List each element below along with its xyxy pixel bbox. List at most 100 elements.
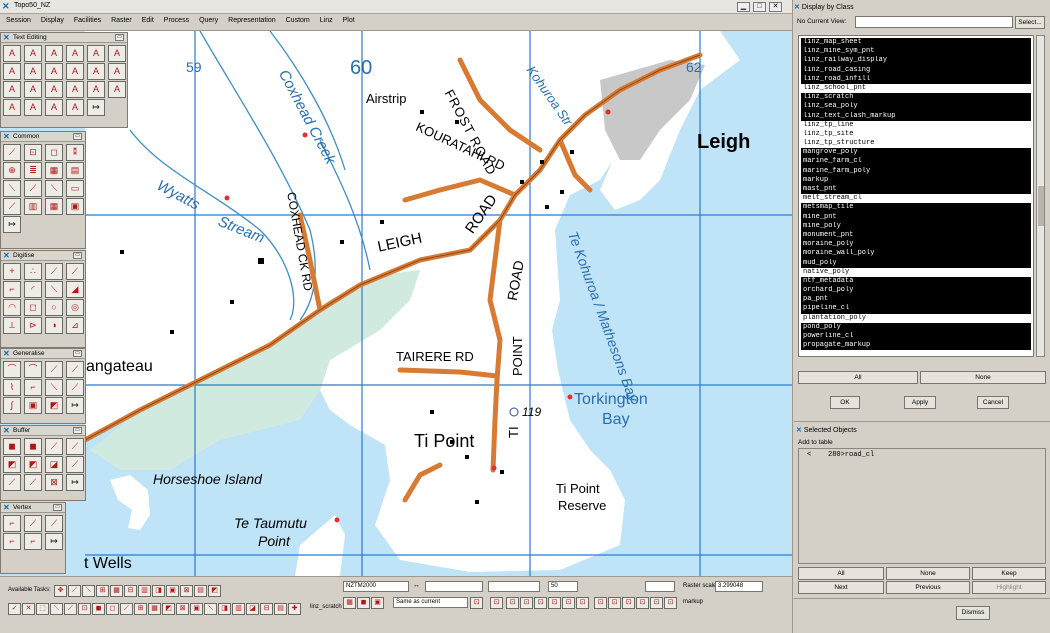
class-list-scrollbar[interactable] xyxy=(1036,35,1045,357)
class-item[interactable]: mine_poly xyxy=(801,221,1031,231)
generalise-tool-7-icon[interactable]: ⟋ xyxy=(66,379,84,396)
palette-close-button[interactable]: ▭ xyxy=(53,504,62,511)
text_editing-tool-12-icon[interactable]: A xyxy=(3,81,21,98)
raster-scale-field[interactable]: 3.299048 xyxy=(715,581,763,592)
task-tool-icon[interactable]: ◼ xyxy=(357,597,370,609)
digitise-tool-0-icon[interactable]: + xyxy=(3,263,21,280)
class-item[interactable]: moraine_poly xyxy=(801,240,1031,250)
generalise-tool-1-icon[interactable]: ⌒ xyxy=(24,361,42,378)
task-tool-icon[interactable]: ⊡ xyxy=(548,597,561,609)
buffer-tool-10-icon[interactable]: ⊠ xyxy=(45,474,63,491)
text_editing-tool-2-icon[interactable]: A xyxy=(45,45,63,62)
buffer-tool-11-icon[interactable]: ↦ xyxy=(66,474,84,491)
class-item[interactable]: linz_scratch xyxy=(801,93,1031,103)
task-tool-icon[interactable]: ◩ xyxy=(162,603,175,615)
common-tool-6-icon[interactable]: ▦ xyxy=(45,162,63,179)
common-tool-11-icon[interactable]: ▭ xyxy=(66,180,84,197)
maximize-button[interactable]: □ xyxy=(753,2,766,12)
task-tool-icon[interactable]: ⊡ xyxy=(650,597,663,609)
class-item[interactable]: orchard_poly xyxy=(801,286,1031,296)
task-tool-icon[interactable]: ▥ xyxy=(232,603,245,615)
common-tool-13-icon[interactable]: ▥ xyxy=(24,198,42,215)
text_editing-tool-0-icon[interactable]: A xyxy=(3,45,21,62)
class-item[interactable]: linz_railway_display xyxy=(801,56,1031,66)
common-tool-10-icon[interactable]: ⟍ xyxy=(45,180,63,197)
sel-none-button[interactable]: None xyxy=(886,567,970,580)
text_editing-tool-22-icon[interactable]: ↦ xyxy=(87,99,105,116)
common-tool-2-icon[interactable]: ◻ xyxy=(45,144,63,161)
class-item[interactable]: moraine_wall_poly xyxy=(801,249,1031,259)
buffer-tool-4-icon[interactable]: ◩ xyxy=(3,456,21,473)
task-tool-icon[interactable]: ⊟ xyxy=(124,585,137,597)
common-tool-0-icon[interactable]: ⟋ xyxy=(3,144,21,161)
task-tool-icon[interactable]: ⊡ xyxy=(506,597,519,609)
text_editing-tool-8-icon[interactable]: A xyxy=(45,63,63,80)
class-item[interactable]: linz_text_clash_markup xyxy=(801,111,1031,121)
digitise-tool-11-icon[interactable]: ◎ xyxy=(66,299,84,316)
previous-button[interactable]: Previous xyxy=(886,581,970,594)
digitise-tool-15-icon[interactable]: ⊿ xyxy=(66,317,84,334)
class-item[interactable]: pa_pnt xyxy=(801,295,1031,305)
common-tool-16-icon[interactable]: ↦ xyxy=(3,216,21,233)
task-tool-icon[interactable]: ⊡ xyxy=(78,603,91,615)
common-tool-14-icon[interactable]: ▦ xyxy=(45,198,63,215)
x-coordinate-field[interactable] xyxy=(425,581,483,592)
digitise-tool-1-icon[interactable]: ∴ xyxy=(24,263,42,280)
class-item[interactable]: linz_school_pnt xyxy=(801,83,1031,94)
text_editing-tool-19-icon[interactable]: A xyxy=(24,99,42,116)
class-item[interactable]: melt_stream_cl xyxy=(801,194,1031,204)
task-tool-icon[interactable]: ▦ xyxy=(148,603,161,615)
buffer-tool-8-icon[interactable]: ⟋ xyxy=(3,474,21,491)
menu-display[interactable]: Display xyxy=(35,14,68,24)
menu-edit[interactable]: Edit xyxy=(136,14,158,24)
selected-objects-list[interactable]: < 280>road_cl xyxy=(798,448,1046,564)
digitise-tool-10-icon[interactable]: ○ xyxy=(45,299,63,316)
common-tool-8-icon[interactable]: ⟍ xyxy=(3,180,21,197)
class-item[interactable]: mangrove_poly xyxy=(801,148,1031,158)
digitise-tool-6-icon[interactable]: ⟍ xyxy=(45,281,63,298)
task-tool-icon[interactable]: ◼ xyxy=(92,603,105,615)
buffer-tool-5-icon[interactable]: ◩ xyxy=(24,456,42,473)
digitise-tool-5-icon[interactable]: ◜ xyxy=(24,281,42,298)
menu-raster[interactable]: Raster xyxy=(105,14,136,24)
menu-linz[interactable]: Linz xyxy=(314,14,337,24)
class-item[interactable]: plantation_poly xyxy=(801,313,1031,323)
class-item[interactable]: linz_sea_poly xyxy=(801,102,1031,112)
task-tool-icon[interactable]: ▤ xyxy=(274,603,287,615)
buffer-tool-9-icon[interactable]: ⟋ xyxy=(24,474,42,491)
task-tool-icon[interactable]: ▦ xyxy=(343,597,356,609)
task-tool-icon[interactable]: ▣ xyxy=(166,585,179,597)
text_editing-tool-3-icon[interactable]: A xyxy=(66,45,84,62)
task-tool-icon[interactable]: ⊡ xyxy=(608,597,621,609)
task-tool-icon[interactable]: ▥ xyxy=(138,585,151,597)
text_editing-tool-10-icon[interactable]: A xyxy=(87,63,105,80)
common-tool-4-icon[interactable]: ⊕ xyxy=(3,162,21,179)
menu-plot[interactable]: Plot xyxy=(337,14,359,24)
common-tool-1-icon[interactable]: ⊡ xyxy=(24,144,42,161)
generalise-tool-10-icon[interactable]: ◩ xyxy=(45,397,63,414)
text_editing-tool-6-icon[interactable]: A xyxy=(3,63,21,80)
buffer-tool-6-icon[interactable]: ◪ xyxy=(45,456,63,473)
highlight-button[interactable]: Highlight xyxy=(972,581,1046,594)
text_editing-tool-15-icon[interactable]: A xyxy=(66,81,84,98)
scale-field[interactable]: 50 xyxy=(548,581,578,592)
class-list[interactable]: linz_map_sheet linz_mine_sym_pnt linz_rail… xyxy=(798,35,1034,357)
class-item[interactable]: mud_poly xyxy=(801,258,1031,268)
text_editing-tool-16-icon[interactable]: A xyxy=(87,81,105,98)
class-item[interactable]: metsmap_tile xyxy=(801,203,1031,213)
class-item[interactable]: linz_tp_site xyxy=(801,129,1031,140)
task-tool-icon[interactable]: ⟍ xyxy=(50,603,63,615)
task-tool-icon[interactable]: ⊠ xyxy=(180,585,193,597)
digitise-tool-4-icon[interactable]: ⌐ xyxy=(3,281,21,298)
menu-query[interactable]: Query xyxy=(193,14,222,24)
class-item[interactable]: pipeline_cl xyxy=(801,304,1031,314)
class-item[interactable]: linz_tp_line xyxy=(801,120,1031,130)
class-item[interactable]: mast_pnt xyxy=(801,185,1031,195)
generalise-tool-11-icon[interactable]: ↦ xyxy=(66,397,84,414)
generalise-tool-4-icon[interactable]: ⌇ xyxy=(3,379,21,396)
task-tool-icon[interactable]: ⊡ xyxy=(576,597,589,609)
text_editing-tool-20-icon[interactable]: A xyxy=(45,99,63,116)
vertex-tool-5-icon[interactable]: ↦ xyxy=(45,533,63,550)
task-tool-icon[interactable]: ⬚ xyxy=(36,603,49,615)
task-tool-icon[interactable]: ✥ xyxy=(54,585,67,597)
